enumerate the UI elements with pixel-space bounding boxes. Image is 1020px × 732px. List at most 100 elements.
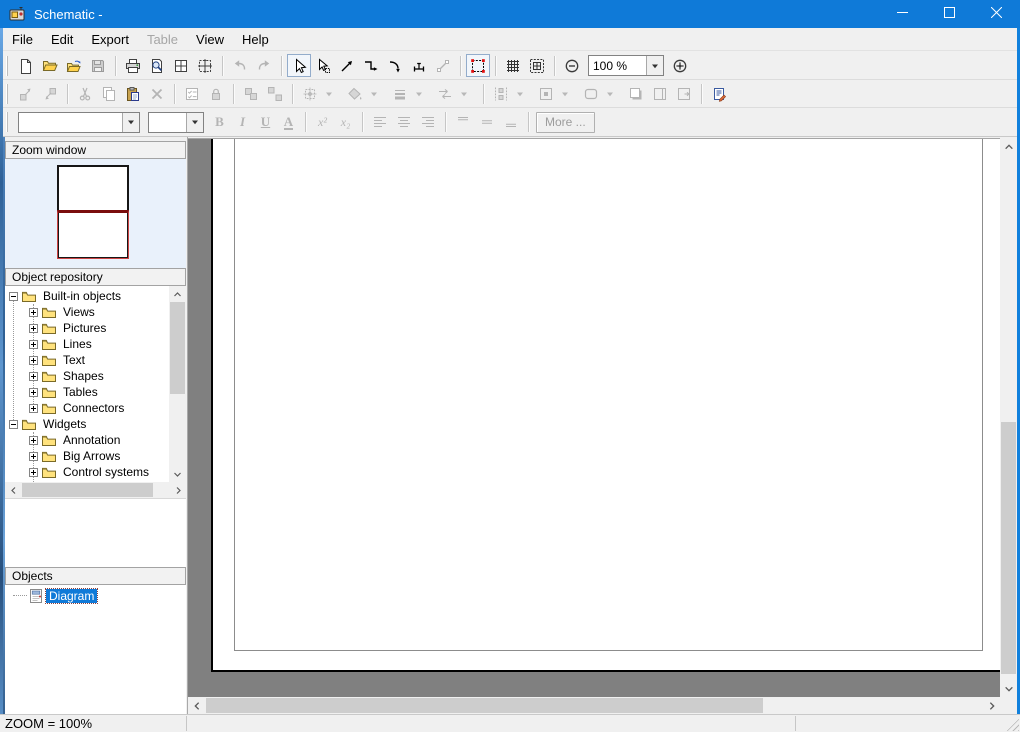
more-button[interactable]: More ...	[536, 112, 595, 133]
line-width-button[interactable]	[388, 83, 412, 106]
tree-item-views[interactable]: Views	[5, 304, 169, 320]
repository-horizontal-scrollbar[interactable]	[5, 482, 186, 498]
scroll-left-icon[interactable]	[5, 482, 21, 498]
expand-icon[interactable]	[29, 308, 38, 317]
tree-item-annotation[interactable]: Annotation	[5, 432, 169, 448]
zoom-level-combobox[interactable]: 100 %	[588, 55, 664, 76]
tree-item-control-systems[interactable]: Control systems	[5, 464, 169, 480]
send-back-button[interactable]	[38, 83, 62, 106]
align-box-button[interactable]	[534, 83, 558, 106]
expand-icon[interactable]	[29, 388, 38, 397]
repository-vertical-scrollbar[interactable]	[169, 286, 186, 482]
import-folder-button[interactable]	[62, 54, 86, 77]
menu-edit[interactable]: Edit	[42, 28, 82, 50]
tree-item-big-arrows[interactable]: Big Arrows	[5, 448, 169, 464]
scroll-right-icon[interactable]	[170, 482, 186, 498]
tree-item-built-in-objects[interactable]: Built-in objects	[5, 288, 169, 304]
fill-color-menu-dropdown-button[interactable]	[367, 83, 380, 106]
paste-button[interactable]	[121, 83, 145, 106]
expand-icon[interactable]	[29, 356, 38, 365]
expand-icon[interactable]	[29, 324, 38, 333]
redo-button[interactable]	[252, 54, 276, 77]
open-folder-button[interactable]	[38, 54, 62, 77]
transform-menu-dropdown-button[interactable]	[322, 83, 335, 106]
font-size-combobox[interactable]	[148, 112, 204, 133]
properties-button[interactable]	[180, 83, 204, 106]
grid-fit-button[interactable]	[193, 54, 217, 77]
align-left-button[interactable]	[368, 111, 392, 134]
expand-icon[interactable]	[29, 372, 38, 381]
italic-button[interactable]: I	[231, 111, 254, 134]
scroll-thumb[interactable]	[206, 698, 763, 713]
tree-item-text[interactable]: Text	[5, 352, 169, 368]
segment-line-button[interactable]	[431, 54, 455, 77]
collapse-icon[interactable]	[9, 420, 18, 429]
tree-item-widgets[interactable]: Widgets	[5, 416, 169, 432]
grid-frame-button[interactable]	[525, 54, 549, 77]
expand-icon[interactable]	[29, 436, 38, 445]
scroll-right-icon[interactable]	[983, 697, 1000, 714]
ortho-connector-button[interactable]	[359, 54, 383, 77]
canvas-vertical-scrollbar[interactable]	[1000, 138, 1017, 697]
bold-button[interactable]: B	[208, 111, 231, 134]
scroll-thumb[interactable]	[22, 483, 153, 497]
line-tool-button[interactable]	[335, 54, 359, 77]
close-button[interactable]	[973, 0, 1020, 28]
shape-style-menu-dropdown-button[interactable]	[603, 83, 616, 106]
curve-connector-button[interactable]	[383, 54, 407, 77]
page-layout-button[interactable]	[169, 54, 193, 77]
underline-button[interactable]: U	[254, 111, 277, 134]
menu-help[interactable]: Help	[233, 28, 278, 50]
tree-item-pictures[interactable]: Pictures	[5, 320, 169, 336]
frame-inset-button[interactable]	[648, 83, 672, 106]
scroll-up-icon[interactable]	[1000, 138, 1017, 155]
undo-button[interactable]	[228, 54, 252, 77]
tree-item-tables[interactable]: Tables	[5, 384, 169, 400]
arrow-style-button[interactable]	[433, 83, 457, 106]
menu-view[interactable]: View	[187, 28, 233, 50]
distribute-menu-dropdown-button[interactable]	[513, 83, 526, 106]
align-right-button[interactable]	[416, 111, 440, 134]
superscript-button[interactable]: x²	[311, 111, 334, 134]
font-color-button[interactable]: A	[277, 111, 300, 134]
expand-icon[interactable]	[29, 404, 38, 413]
collapse-icon[interactable]	[9, 292, 18, 301]
shadow-button[interactable]	[624, 83, 648, 106]
scroll-thumb[interactable]	[170, 302, 185, 394]
expand-icon[interactable]	[29, 340, 38, 349]
print-preview-button[interactable]	[145, 54, 169, 77]
group-button[interactable]	[239, 83, 263, 106]
canvas-horizontal-scrollbar[interactable]	[188, 697, 1000, 714]
ungroup-button[interactable]	[263, 83, 287, 106]
objects-item-diagram[interactable]: Diagram	[5, 587, 186, 604]
preview-viewport-rect[interactable]	[57, 210, 129, 259]
fill-color-button[interactable]	[343, 83, 367, 106]
terminal-connector-button[interactable]	[407, 54, 431, 77]
menu-table[interactable]: Table	[138, 28, 187, 50]
node-select-button[interactable]	[311, 54, 335, 77]
transform-button[interactable]	[298, 83, 322, 106]
tree-item-connectors[interactable]: Connectors	[5, 400, 169, 416]
shape-style-button[interactable]	[579, 83, 603, 106]
scroll-left-icon[interactable]	[188, 697, 205, 714]
subscript-button[interactable]: x₂	[334, 111, 357, 134]
scroll-up-icon[interactable]	[169, 286, 186, 302]
valign-bottom-button[interactable]	[499, 111, 523, 134]
menu-file[interactable]: File	[3, 28, 42, 50]
copy-button[interactable]	[97, 83, 121, 106]
bring-front-button[interactable]	[14, 83, 38, 106]
expand-icon[interactable]	[29, 468, 38, 477]
zoom-level-dropdown-icon[interactable]	[646, 56, 663, 75]
zoom-actual-button[interactable]	[668, 54, 692, 77]
delete-button[interactable]	[145, 83, 169, 106]
font-family-combobox[interactable]	[18, 112, 140, 133]
distribute-button[interactable]	[489, 83, 513, 106]
grid-button[interactable]	[501, 54, 525, 77]
scroll-down-icon[interactable]	[1000, 680, 1017, 697]
align-box-menu-dropdown-button[interactable]	[558, 83, 571, 106]
zoom-out-button[interactable]	[560, 54, 584, 77]
zoom-window-preview[interactable]	[5, 159, 186, 268]
new-document-button[interactable]	[14, 54, 38, 77]
menu-export[interactable]: Export	[82, 28, 138, 50]
scroll-thumb[interactable]	[1001, 422, 1016, 674]
